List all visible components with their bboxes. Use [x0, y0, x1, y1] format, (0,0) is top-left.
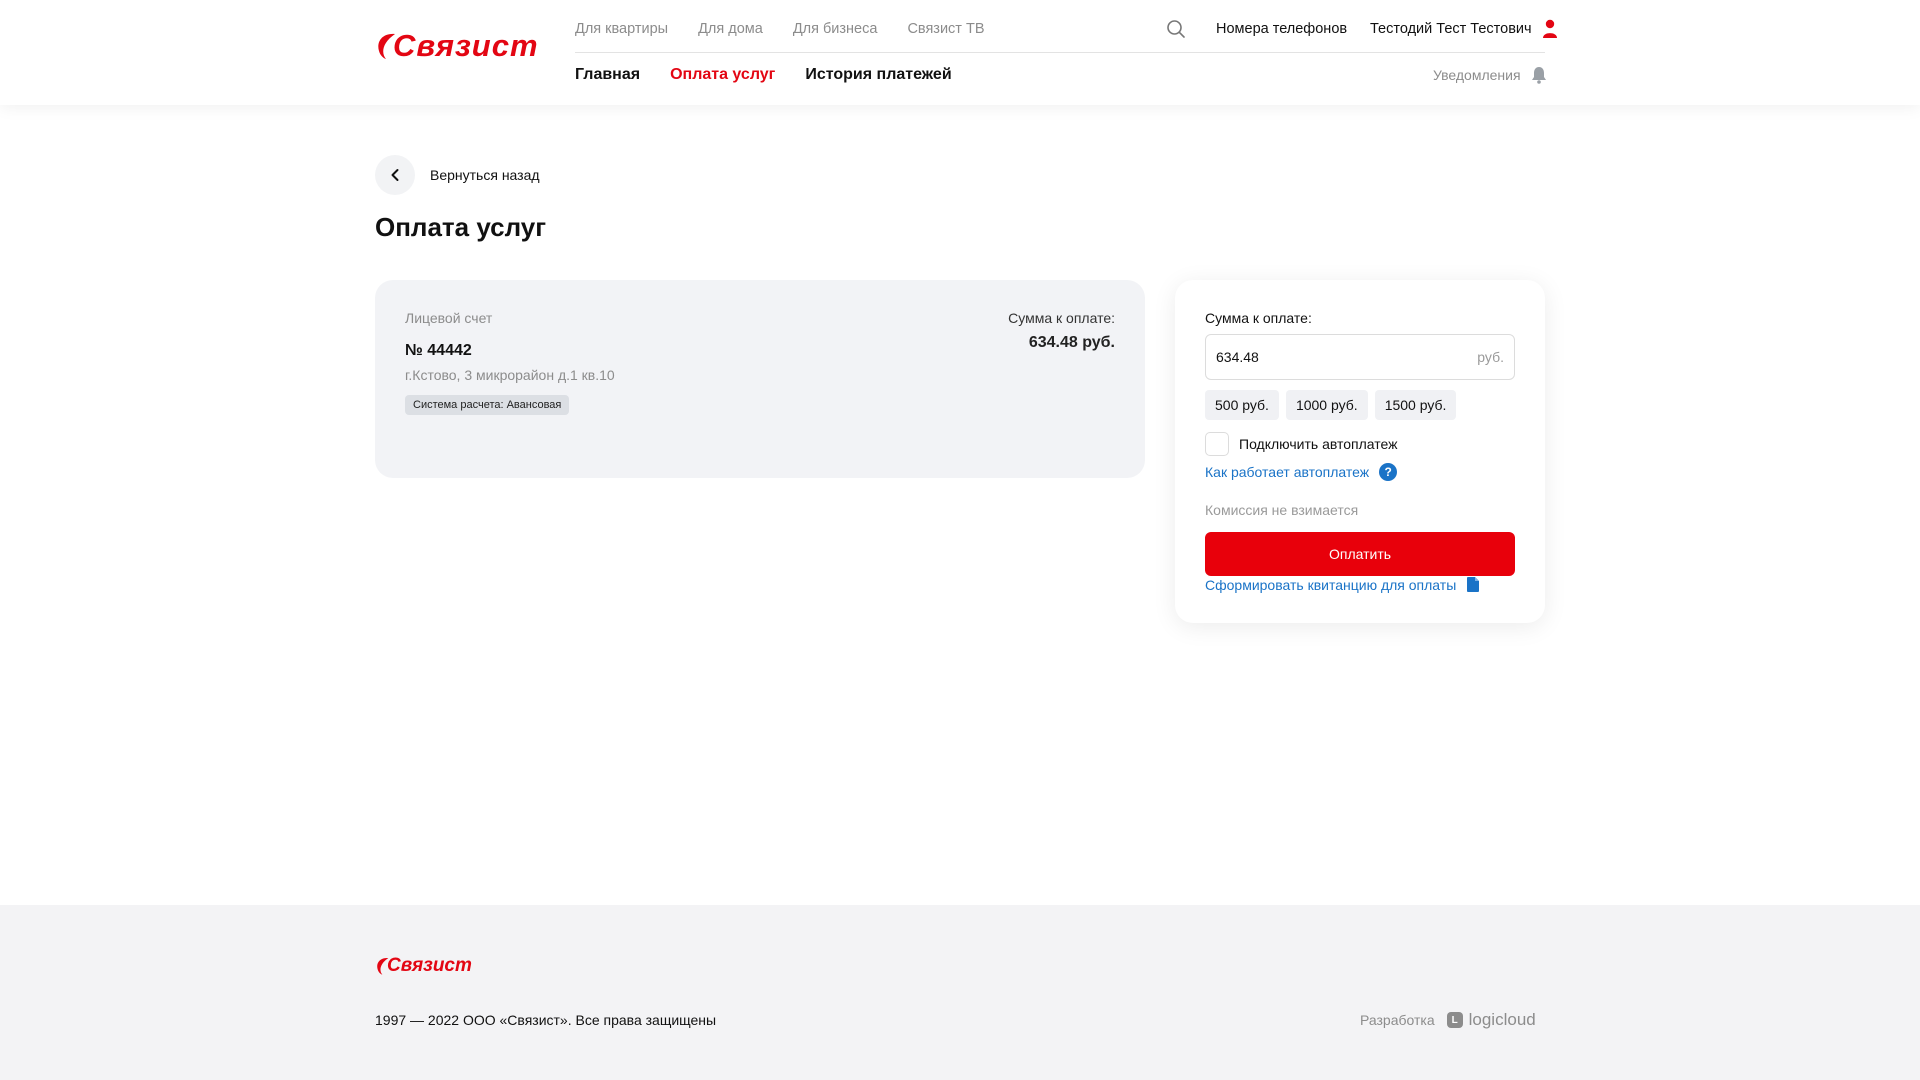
header-divider [575, 52, 1545, 53]
main-nav: Главная Оплата услуг История платежей [575, 66, 952, 84]
receipt-link[interactable]: Сформировать квитанцию для оплаты [1205, 576, 1480, 593]
brand-logo[interactable]: Связист [375, 28, 539, 64]
main-nav-home[interactable]: Главная [575, 66, 640, 84]
user-name: Тестодий Тест Тестович [1370, 21, 1532, 37]
account-number: № 44442 [405, 342, 472, 359]
main-nav-history[interactable]: История платежей [805, 66, 951, 84]
copyright: 1997 — 2022 ООО «Связист». Все права защ… [375, 1012, 717, 1028]
amount-presets: 500 руб. 1000 руб. 1500 руб. [1205, 390, 1457, 420]
phones-link[interactable]: Номера телефонов [1216, 21, 1347, 37]
back-link[interactable]: Вернуться назад [375, 155, 540, 195]
autopay-label: Подключить автоплатеж [1239, 436, 1398, 452]
main-nav-payment[interactable]: Оплата услуг [670, 66, 775, 84]
commission-note: Комиссия не взимается [1205, 502, 1359, 518]
pay-button[interactable]: Оплатить [1205, 532, 1515, 576]
document-icon [1467, 577, 1480, 592]
preset-1000-button[interactable]: 1000 руб. [1285, 390, 1368, 420]
developer-label: Разработка [1360, 1012, 1435, 1028]
back-label: Вернуться назад [430, 167, 540, 183]
bell-icon [1531, 67, 1546, 84]
user-icon [1542, 19, 1557, 38]
top-nav: Для квартиры Для дома Для бизнеса Связис… [575, 21, 985, 37]
preset-1500-button[interactable]: 1500 руб. [1374, 390, 1457, 420]
top-nav-item-apartment[interactable]: Для квартиры [575, 21, 668, 37]
user-menu[interactable]: Тестодий Тест Тестович [1370, 19, 1558, 39]
site-header: Связист Для квартиры Для дома Для бизнес… [0, 0, 1920, 105]
payment-card: Сумма к оплате: руб. 500 руб. 1000 руб. … [1175, 280, 1545, 623]
autopay-help-link[interactable]: Как работает автоплатеж ? [1205, 463, 1398, 481]
top-nav-item-business[interactable]: Для бизнеса [793, 21, 878, 37]
notifications-link[interactable]: Уведомления [1433, 66, 1547, 84]
footer-logo[interactable]: Связист [375, 955, 472, 977]
logicloud-icon: L [1446, 1012, 1463, 1028]
account-address: г.Кстово, 3 микрорайон д.1 кв.10 [405, 367, 615, 383]
account-card: Лицевой счет № 44442 г.Кстово, 3 микрора… [375, 280, 1145, 478]
payment-amount-input[interactable] [1216, 335, 1456, 379]
autopay-help-label: Как работает автоплатеж [1205, 464, 1370, 480]
question-icon[interactable]: ? [1379, 463, 1398, 481]
account-label: Лицевой счет [405, 310, 493, 326]
developer-brand-link[interactable]: L logicloud [1446, 1010, 1536, 1030]
autopay-checkbox[interactable] [1205, 432, 1229, 456]
payment-amount-label: Сумма к оплате: [1205, 310, 1312, 326]
search-icon[interactable] [1166, 19, 1186, 39]
preset-500-button[interactable]: 500 руб. [1205, 390, 1279, 420]
chevron-left-icon [391, 169, 399, 181]
developer-brand: logicloud [1468, 1010, 1536, 1029]
footer-logo-text: Связист [387, 955, 472, 976]
top-nav-item-tv[interactable]: Связист ТВ [907, 21, 984, 37]
top-nav-item-house[interactable]: Для дома [698, 21, 763, 37]
payment-currency: руб. [1477, 349, 1504, 365]
back-button[interactable] [375, 155, 415, 195]
site-footer: Связист 1997 — 2022 ООО «Связист». Все п… [0, 905, 1920, 1080]
receipt-label: Сформировать квитанцию для оплаты [1205, 576, 1457, 593]
account-sum-label: Сумма к оплате: [1008, 310, 1115, 326]
notifications-label: Уведомления [1433, 67, 1521, 83]
account-sum-value: 634.48 руб. [1028, 334, 1115, 351]
logo-text: Связист [393, 28, 539, 63]
payment-amount-field[interactable]: руб. [1205, 334, 1515, 380]
billing-system-badge: Система расчета: Авансовая [405, 395, 570, 415]
page-title: Оплата услуг [375, 212, 547, 242]
autopay-toggle[interactable]: Подключить автоплатеж [1205, 432, 1398, 456]
developer-credit: Разработка L logicloud [1360, 1010, 1536, 1030]
